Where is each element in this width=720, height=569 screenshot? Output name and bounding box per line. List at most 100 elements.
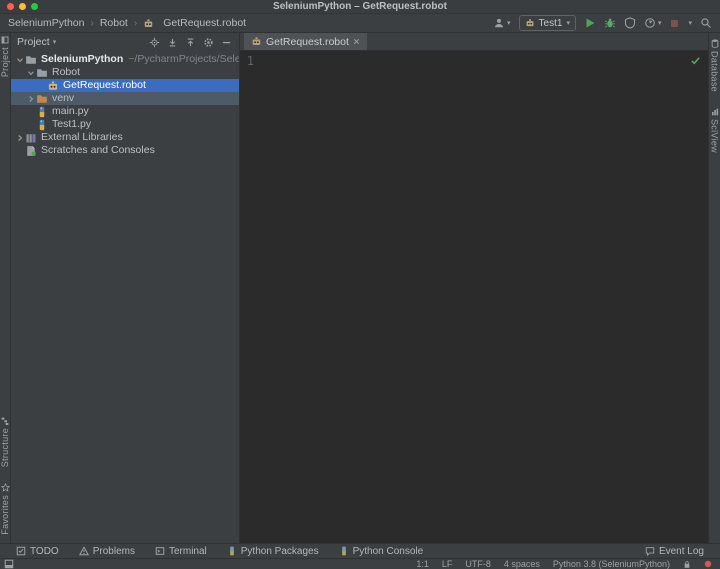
run-configuration-select[interactable]: Test1 ▾ — [519, 15, 576, 31]
search-everywhere-button[interactable] — [700, 17, 712, 29]
tree-item-label: venv — [52, 92, 74, 105]
close-tab-icon[interactable] — [353, 38, 360, 45]
event-log-button[interactable]: Event Log — [645, 546, 704, 557]
editor-tab-getrequest-robot[interactable]: GetRequest.robot — [244, 33, 367, 50]
bottom-tool-window-bar: TODO Problems Terminal Python Packages P… — [0, 543, 720, 558]
stop-button[interactable] — [669, 18, 680, 29]
debug-icon — [604, 17, 616, 29]
chevron-right-icon[interactable] — [26, 95, 36, 103]
caret-position-widget[interactable]: 1:1 — [416, 559, 429, 569]
hide-panel-button[interactable] — [221, 37, 232, 48]
chevron-down-icon[interactable] — [26, 69, 36, 77]
tree-item-main-py[interactable]: main.py — [11, 105, 239, 118]
encoding-widget[interactable]: UTF-8 — [465, 559, 491, 569]
project-tree: SeleniumPython ~/PycharmProjects/Seleniu… — [11, 51, 239, 157]
main-toolbar: SeleniumPython › Robot › GetRequest.robo… — [0, 14, 720, 33]
more-run-actions-chevron-icon[interactable]: ▾ — [688, 20, 692, 27]
folder-icon — [36, 67, 48, 79]
left-stripe-bottom-group: Structure Favorites — [0, 417, 10, 543]
libraries-icon — [25, 132, 37, 144]
terminal-icon — [155, 546, 165, 556]
code-with-me-button[interactable]: ▾ — [493, 17, 511, 29]
tool-window-button-python-console[interactable]: Python Console — [339, 546, 424, 557]
panel-settings-button[interactable] — [203, 37, 214, 48]
project-panel-header: Project ▾ — [11, 33, 239, 51]
python-file-icon — [36, 119, 48, 131]
tree-item-venv-folder[interactable]: venv — [11, 92, 239, 105]
collapse-all-button[interactable] — [185, 37, 196, 48]
stop-icon — [669, 18, 680, 29]
breadcrumb-separator-icon: › — [90, 18, 93, 29]
tree-item-test1-py[interactable]: Test1.py — [11, 118, 239, 131]
bottom-bar-label: Python Console — [353, 546, 424, 557]
notification-indicator-icon[interactable] — [704, 560, 712, 568]
tree-item-label: External Libraries — [41, 131, 123, 144]
debug-button[interactable] — [604, 17, 616, 29]
tree-item-external-libraries[interactable]: External Libraries — [11, 131, 239, 144]
robot-file-icon — [251, 36, 262, 47]
tool-window-button-problems[interactable]: Problems — [79, 546, 135, 557]
breadcrumb-separator-icon: › — [134, 18, 137, 29]
locate-button[interactable] — [149, 37, 160, 48]
inspections-ok-icon[interactable] — [690, 55, 701, 66]
traffic-lights — [7, 3, 38, 10]
tool-windows-toggle-button[interactable] — [4, 559, 14, 569]
search-icon — [700, 17, 712, 29]
code-with-me-icon — [493, 17, 505, 29]
readonly-lock-icon[interactable] — [683, 560, 691, 569]
minimize-window-button[interactable] — [19, 3, 26, 10]
tool-window-button-project[interactable]: Project — [0, 36, 10, 77]
tool-window-button-structure[interactable]: Structure — [0, 417, 10, 467]
zoom-window-button[interactable] — [31, 3, 38, 10]
line-separator-widget[interactable]: LF — [442, 559, 453, 569]
tool-window-button-todo[interactable]: TODO — [16, 546, 59, 557]
python-console-icon — [339, 546, 349, 556]
python-packages-icon — [227, 546, 237, 556]
tree-item-robot-folder[interactable]: Robot — [11, 66, 239, 79]
chevron-down-icon[interactable]: ▾ — [53, 39, 57, 46]
tool-windows-icon — [4, 559, 14, 569]
coverage-icon — [624, 17, 636, 29]
editor-tab-bar: GetRequest.robot — [240, 33, 708, 51]
tree-item-label: Test1.py — [52, 118, 91, 131]
settings-gear-icon — [203, 37, 214, 48]
breadcrumb-project[interactable]: SeleniumPython — [8, 17, 84, 29]
tool-window-button-python-packages[interactable]: Python Packages — [227, 546, 319, 557]
chevron-down-icon: ▾ — [658, 20, 662, 27]
stripe-label-project: Project — [0, 47, 10, 77]
stripe-label-sciview: SciView — [710, 119, 720, 153]
indent-widget[interactable]: 4 spaces — [504, 559, 540, 569]
todo-icon — [16, 546, 26, 556]
project-tool-window: Project ▾ — [11, 33, 240, 543]
tool-window-button-terminal[interactable]: Terminal — [155, 546, 207, 557]
status-bar-widgets: 1:1 LF UTF-8 4 spaces Python 3.8 (Seleni… — [416, 559, 712, 569]
project-panel-title[interactable]: Project — [17, 36, 50, 48]
chevron-right-icon[interactable] — [15, 134, 25, 142]
run-with-coverage-button[interactable] — [624, 17, 636, 29]
left-tool-window-stripe: Project Structure Favorites — [0, 33, 11, 543]
tool-window-button-sciview[interactable]: SciView — [710, 108, 720, 153]
expand-all-button[interactable] — [167, 37, 178, 48]
locate-icon — [149, 37, 160, 48]
tool-window-button-favorites[interactable]: Favorites — [0, 483, 10, 535]
collapse-all-icon — [185, 37, 196, 48]
breadcrumb-file[interactable]: GetRequest.robot — [163, 17, 246, 29]
tree-item-getrequest-robot[interactable]: GetRequest.robot — [11, 79, 239, 92]
breadcrumb-folder[interactable]: Robot — [100, 17, 128, 29]
run-button[interactable] — [584, 17, 596, 29]
tree-item-label: Scratches and Consoles — [41, 144, 155, 157]
profiler-button[interactable]: ▾ — [644, 17, 662, 29]
line-number: 1 — [240, 54, 254, 68]
project-tool-window-icon — [1, 36, 9, 44]
tree-item-label: Robot — [52, 66, 80, 79]
chevron-down-icon[interactable] — [15, 56, 25, 64]
editor-body[interactable]: 1 — [240, 51, 708, 543]
editor-area: GetRequest.robot 1 — [240, 33, 708, 543]
tool-window-button-database[interactable]: Database — [710, 39, 720, 92]
right-tool-window-stripe: Database SciView — [708, 33, 720, 543]
run-icon — [584, 17, 596, 29]
tree-item-project-root[interactable]: SeleniumPython ~/PycharmProjects/Seleniu… — [11, 53, 239, 66]
tree-item-scratches[interactable]: Scratches and Consoles — [11, 144, 239, 157]
interpreter-widget[interactable]: Python 3.8 (SeleniumPython) — [553, 559, 670, 569]
close-window-button[interactable] — [7, 3, 14, 10]
